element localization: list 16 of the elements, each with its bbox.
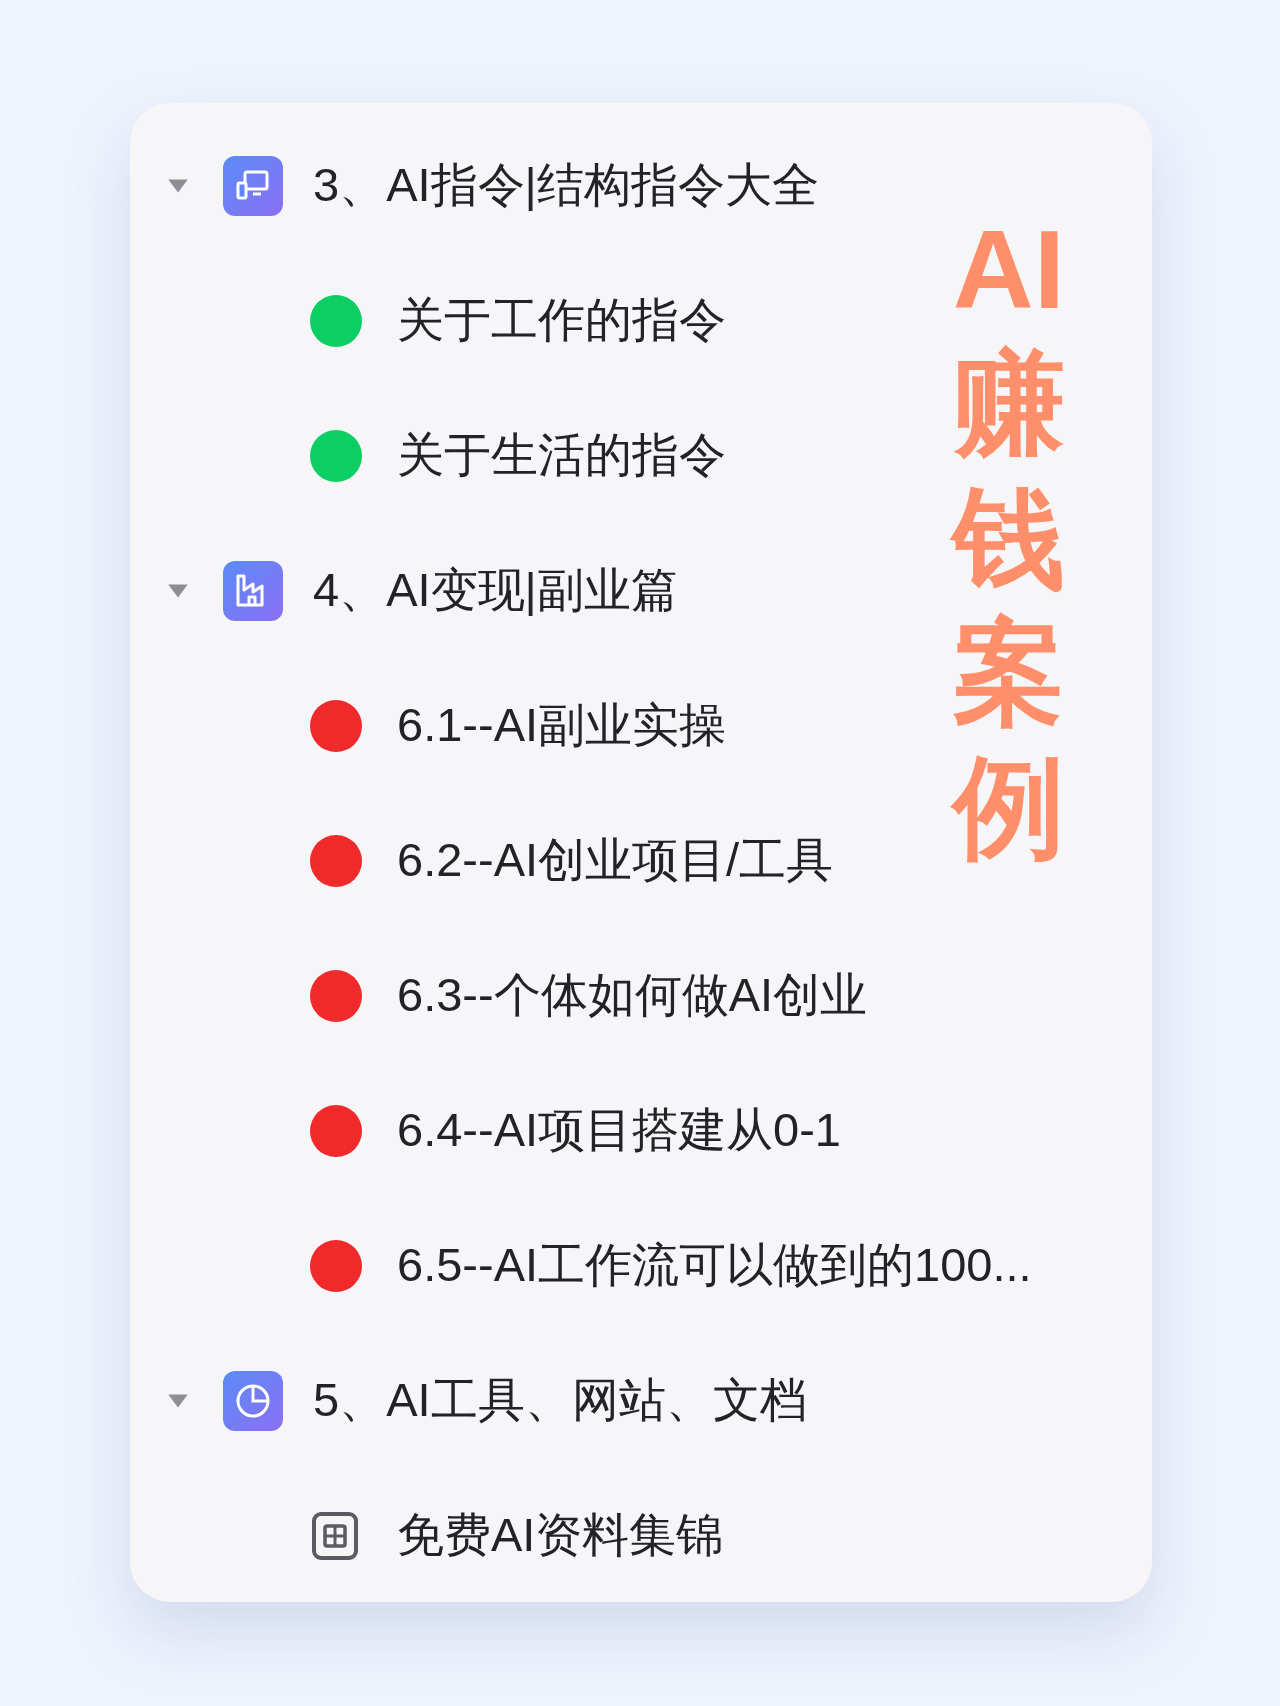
page-link[interactable]: 关于生活的指令	[397, 424, 726, 487]
factory-icon	[223, 560, 283, 621]
section-title[interactable]: 4、AI变现|副业篇	[313, 559, 678, 622]
clock-icon	[223, 1370, 283, 1431]
page-link[interactable]: 6.1--AI副业实操	[397, 694, 727, 757]
page-link[interactable]: 6.3--个体如何做AI创业	[397, 964, 868, 1027]
overlay-title: AI赚钱案例	[950, 203, 1068, 875]
page-link[interactable]: 免费AI资料集锦	[397, 1504, 724, 1567]
section-title[interactable]: 5、AI工具、网站、文档	[313, 1369, 807, 1432]
grid-document-icon	[310, 1510, 360, 1561]
page-link[interactable]: 6.2--AI创业项目/工具	[397, 829, 834, 892]
page-link[interactable]: 6.5--AI工作流可以做到的100...	[397, 1234, 1032, 1297]
monitor-icon	[223, 155, 283, 216]
section-title[interactable]: 3、AI指令|结构指令大全	[313, 154, 819, 217]
page-link[interactable]: 关于工作的指令	[397, 289, 726, 352]
page-link[interactable]: 6.4--AI项目搭建从0-1	[397, 1099, 841, 1162]
